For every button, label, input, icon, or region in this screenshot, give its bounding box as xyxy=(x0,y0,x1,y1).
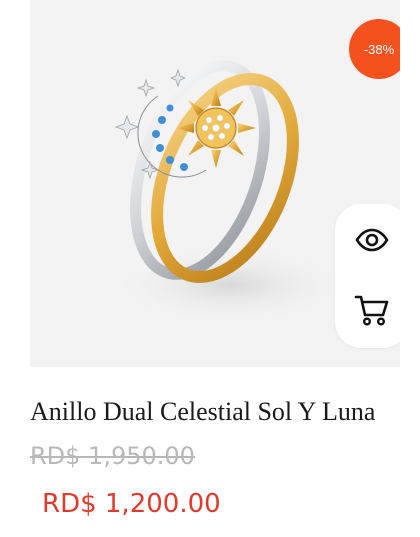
quick-view-button[interactable] xyxy=(335,210,400,270)
eye-icon xyxy=(355,228,389,252)
add-to-cart-button[interactable] xyxy=(335,280,400,340)
product-card: -38% Anillo Dual Celestial Sol Y Luna RD… xyxy=(0,0,420,537)
discount-badge-text: -38% xyxy=(363,41,395,57)
original-price: RD$ 1,950.00 xyxy=(30,442,195,470)
product-action-bar xyxy=(335,204,400,348)
product-title[interactable]: Anillo Dual Celestial Sol Y Luna xyxy=(30,397,375,427)
product-image-panel[interactable]: -38% xyxy=(30,0,400,367)
cart-icon xyxy=(354,295,389,326)
sale-price: RD$ 1,200.00 xyxy=(42,489,221,519)
discount-badge: -38% xyxy=(349,19,400,79)
